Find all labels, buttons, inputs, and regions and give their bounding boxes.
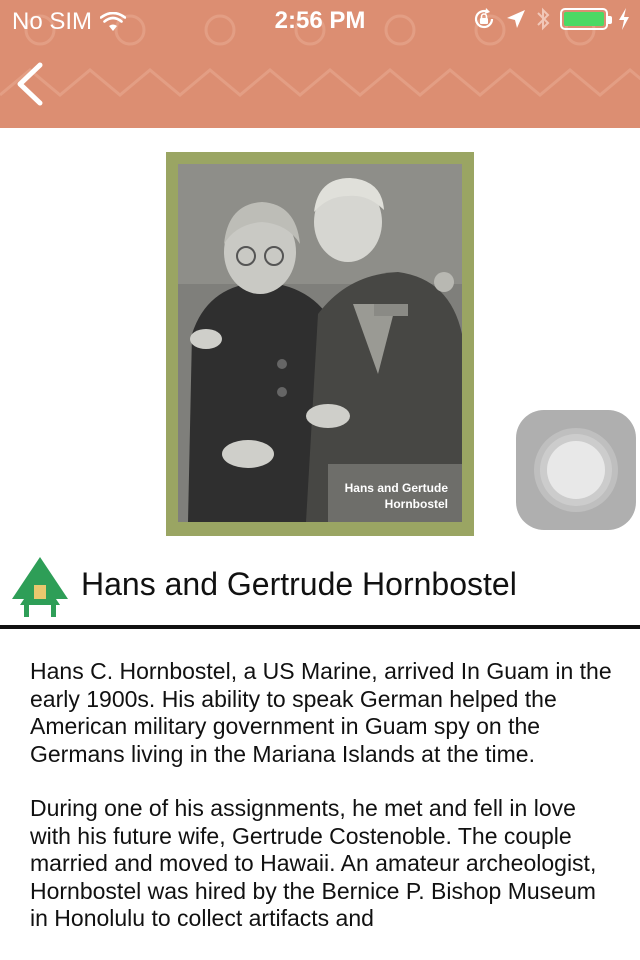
hornbostel-photo: Hans and Gertude Hornbostel	[178, 164, 462, 522]
location-arrow-icon	[507, 10, 525, 28]
charging-bolt-icon	[619, 8, 629, 30]
photo-illustration	[178, 164, 462, 522]
chevron-left-icon	[17, 62, 43, 106]
article-body: Hans C. Hornbostel, a US Marine, arrived…	[30, 658, 620, 960]
bluetooth-icon	[537, 7, 550, 31]
title-divider	[0, 625, 640, 629]
back-button[interactable]	[12, 60, 52, 110]
article-paragraph: During one of his assignments, he met an…	[30, 795, 597, 931]
hut-icon	[12, 557, 68, 617]
battery-icon	[560, 8, 612, 30]
photo-caption-line1: Hans and Gertude	[344, 481, 448, 495]
status-bar: No SIM 2:56 PM	[0, 0, 640, 40]
article-title: Hans and Gertrude Hornbostel	[81, 566, 517, 602]
status-icons	[472, 7, 630, 31]
photo-caption: Hans and Gertude Hornbostel	[345, 480, 448, 512]
photo-caption-line2: Hornbostel	[384, 497, 448, 511]
assistive-touch-center	[547, 441, 605, 499]
assistive-touch-button[interactable]	[516, 410, 636, 530]
photo-frame: Hans and Gertude Hornbostel	[166, 152, 474, 536]
app-header: No SIM 2:56 PM	[0, 0, 640, 128]
rotation-lock-icon	[474, 8, 494, 29]
article-header: Hans and Gertrude Hornbostel	[0, 552, 640, 628]
article-paragraph: Hans C. Hornbostel, a US Marine, arrived…	[30, 658, 612, 767]
